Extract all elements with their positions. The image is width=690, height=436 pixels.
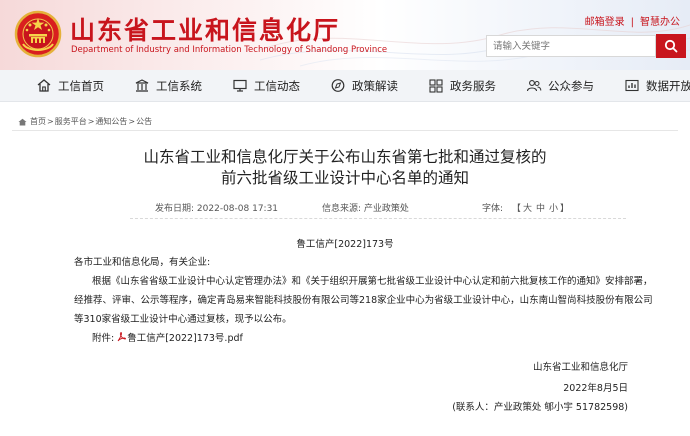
nav-label: 数据开放 (646, 78, 690, 93)
nav-item-services[interactable]: 政务服务 (428, 78, 496, 94)
breadcrumb: 首页 > 服务平台 > 通知公告 > 公告 (18, 116, 152, 127)
contact-info: (联系人：产业政策处 郇小宇 51782598) (452, 402, 628, 413)
pdf-icon (117, 332, 127, 342)
font-size-control: 字体: 【大中小】 (482, 201, 569, 214)
monitor-icon (233, 79, 247, 92)
divider (12, 130, 678, 131)
breadcrumb-announcement[interactable]: 公告 (136, 116, 152, 127)
info-source-value: 产业政策处 (363, 204, 409, 214)
signature-org: 山东省工业和信息化厅 (532, 362, 628, 373)
breadcrumb-separator: > (47, 117, 54, 126)
search-icon (664, 39, 678, 53)
building-icon (135, 79, 149, 92)
nav-item-home[interactable]: 工信首页 (36, 78, 104, 94)
site-title: 山东省工业和信息化厅 (70, 16, 341, 45)
body-paragraph-line: 根据《山东省省级工业设计中心认定管理办法》和《关于组织开展第七批省级工业设计中心… (92, 276, 653, 287)
smart-office-link[interactable]: 智慧办公 (640, 17, 680, 28)
search-button[interactable] (656, 34, 686, 58)
home-small-icon (18, 118, 27, 125)
breadcrumb-platform[interactable]: 服务平台 (55, 116, 87, 127)
nav-item-news[interactable]: 工信动态 (232, 78, 300, 94)
attachment-label: 附件: (92, 333, 115, 344)
article-title-line2: 前六批省级工业设计中心名单的通知 (220, 169, 469, 187)
nav-label: 工信首页 (58, 78, 104, 93)
chart-icon (625, 79, 639, 92)
home-icon (37, 79, 51, 92)
publish-date: 发布日期: 2022-08-08 17:31 (155, 201, 278, 214)
font-size-small[interactable]: 小 (549, 204, 558, 214)
nav-label: 工信系统 (156, 78, 202, 93)
body-paragraph-line: 经推荐、评审、公示等程序，确定青岛易来智能科技股份有限公司等218家企业中心为省… (74, 295, 653, 306)
font-size-medium[interactable]: 中 (536, 204, 545, 214)
link-separator: | (630, 17, 634, 28)
breadcrumb-notices[interactable]: 通知公告 (95, 116, 127, 127)
nav-label: 工信动态 (254, 78, 300, 93)
nav-label: 政策解读 (352, 78, 398, 93)
top-links: 邮箱登录 | 智慧办公 (585, 13, 680, 28)
search-input[interactable] (486, 35, 656, 57)
bracket: 】 (559, 204, 569, 214)
breadcrumb-separator: > (128, 117, 136, 126)
signature-date: 2022年8月5日 (563, 383, 628, 394)
salutation: 各市工业和信息化局，有关企业: (74, 257, 211, 268)
font-size-large[interactable]: 大 (523, 204, 532, 214)
font-size-label: 字体: (482, 204, 504, 214)
nav-item-system[interactable]: 工信系统 (134, 78, 202, 94)
people-icon (526, 80, 542, 92)
info-source-label: 信息来源: (322, 204, 362, 214)
breadcrumb-home[interactable]: 首页 (30, 116, 46, 127)
site-subtitle: Department of Industry and Information T… (71, 45, 388, 55)
nav-label: 公众参与 (548, 78, 594, 93)
info-source: 信息来源: 产业政策处 (322, 201, 409, 214)
attachment: 附件: 鲁工信产[2022]173号.pdf (92, 330, 243, 344)
article-title-line1: 山东省工业和信息化厅关于公布山东省第七批和通过复核的 (143, 148, 547, 166)
grid-icon (429, 79, 443, 93)
mail-login-link[interactable]: 邮箱登录 (585, 17, 625, 28)
nav-label: 政务服务 (450, 78, 496, 93)
compass-icon (331, 79, 345, 92)
main-nav: 工信首页 工信系统 工信动态 政策解读 政务服务 公众参与 数据开放 (0, 70, 690, 102)
bracket: 【 (511, 204, 521, 214)
nav-item-public[interactable]: 公众参与 (526, 78, 594, 94)
publish-date-label: 发布日期: (155, 204, 195, 214)
nav-item-data[interactable]: 数据开放 (624, 78, 690, 94)
site-header: 山东省工业和信息化厅 Department of Industry and In… (0, 0, 690, 70)
breadcrumb-separator: > (87, 117, 95, 126)
publish-date-value: 2022-08-08 17:31 (196, 204, 279, 214)
document-number: 鲁工信产[2022]173号 (296, 239, 394, 250)
national-emblem-icon (14, 10, 62, 58)
attachment-link[interactable]: 鲁工信产[2022]173号.pdf (127, 330, 243, 344)
body-paragraph-line: 等310家省级工业设计中心通过复核，现予以公布。 (74, 314, 292, 325)
divider (130, 218, 626, 219)
nav-item-policy[interactable]: 政策解读 (330, 78, 398, 94)
